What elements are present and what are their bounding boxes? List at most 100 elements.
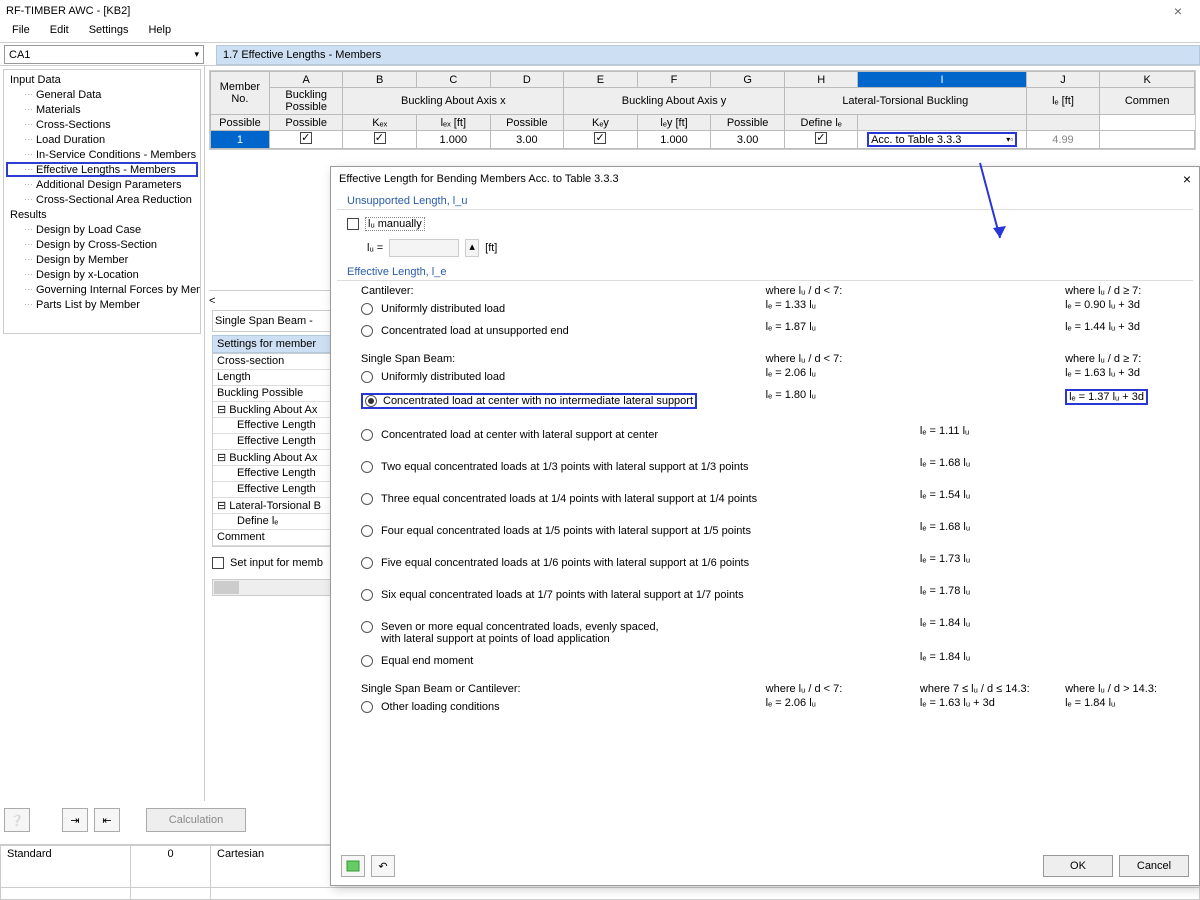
- radio-opt[interactable]: [361, 461, 373, 473]
- combo-label: Single Span Beam or Cantilever:: [347, 683, 766, 695]
- lu-input[interactable]: [389, 239, 459, 257]
- check-buckling[interactable]: [300, 132, 312, 144]
- ssb-label: Single Span Beam:: [347, 353, 766, 365]
- col-f: F: [637, 72, 711, 88]
- cell-key[interactable]: 1.000: [637, 131, 711, 149]
- calculation-button[interactable]: Calculation: [146, 808, 246, 832]
- tree-item[interactable]: Design by x-Location: [6, 267, 198, 282]
- tree-item[interactable]: Load Duration: [6, 132, 198, 147]
- sub-key: Kₑy: [564, 115, 638, 131]
- cell-lef: 4.99: [1026, 131, 1100, 149]
- section-unsupported: Unsupported Length, l_u: [337, 191, 1193, 210]
- tree-item[interactable]: Cross-Sectional Area Reduction: [6, 192, 198, 207]
- cancel-button[interactable]: Cancel: [1119, 855, 1189, 877]
- table-row[interactable]: 1 1.000 3.00 1.000 3.00 Acc. to Table 3.…: [211, 131, 1195, 149]
- col-b: B: [343, 72, 417, 88]
- tree-item[interactable]: Cross-Sections: [6, 117, 198, 132]
- app-titlebar: RF-TIMBER AWC - [KB2] ×: [0, 0, 1200, 22]
- sub-possible: Possible: [711, 115, 785, 131]
- tree-item[interactable]: In-Service Conditions - Members: [6, 147, 198, 162]
- tree-item[interactable]: General Data: [6, 87, 198, 102]
- tree-item[interactable]: Parts List by Member: [6, 297, 198, 312]
- radio-opt[interactable]: [361, 429, 373, 441]
- sub-ley: lₑy [ft]: [637, 115, 711, 131]
- radio-other[interactable]: [361, 701, 373, 713]
- tree-item[interactable]: Design by Cross-Section: [6, 237, 198, 252]
- spinner-icon[interactable]: ▴: [465, 239, 479, 257]
- radio-opt[interactable]: [361, 621, 373, 633]
- sub-possible: Possible: [490, 115, 564, 131]
- col-member-no: Member No.: [211, 72, 270, 115]
- col-d: D: [490, 72, 564, 88]
- tree-item-effective-lengths[interactable]: Effective Lengths - Members: [6, 162, 198, 177]
- loadcase-combo[interactable]: CA1 ▾: [4, 45, 204, 64]
- menu-help[interactable]: Help: [140, 22, 179, 42]
- col-i: I: [858, 72, 1026, 88]
- close-icon[interactable]: ×: [1183, 171, 1191, 187]
- where-lt7: where lᵤ / d < 7:: [766, 353, 920, 365]
- check-bay[interactable]: [594, 132, 606, 144]
- radio-ssb-conc-no-support[interactable]: [365, 395, 377, 407]
- where-mid: where 7 ≤ lᵤ / d ≤ 14.3:: [920, 683, 1065, 695]
- close-icon[interactable]: ×: [1162, 3, 1194, 19]
- sub-lex: lₑₓ [ft]: [417, 115, 491, 131]
- radio-opt[interactable]: [361, 557, 373, 569]
- radio-ssb-udl[interactable]: [361, 371, 373, 383]
- tree-item[interactable]: Materials: [6, 102, 198, 117]
- check-lu-manual[interactable]: [347, 218, 359, 230]
- app-title: RF-TIMBER AWC - [KB2]: [6, 5, 1162, 17]
- chevron-down-icon: ▾: [194, 49, 199, 60]
- export-icon[interactable]: ⇥: [62, 808, 88, 832]
- hdr-comment: Commen: [1100, 88, 1195, 115]
- col-j: J: [1026, 72, 1100, 88]
- menu-edit[interactable]: Edit: [42, 22, 77, 42]
- effective-length-dialog: Effective Length for Bending Members Acc…: [330, 166, 1200, 886]
- dialog-title: Effective Length for Bending Members Acc…: [339, 173, 619, 185]
- check-setinput[interactable]: [212, 557, 224, 569]
- cell-ley[interactable]: 3.00: [711, 131, 785, 149]
- tree-item[interactable]: Additional Design Parameters: [6, 177, 198, 192]
- lu-unit: [ft]: [485, 242, 497, 254]
- radio-cant-conc[interactable]: [361, 325, 373, 337]
- lu-label: lᵤ =: [367, 242, 383, 254]
- hdr-bax: Buckling About Axis x: [343, 88, 564, 115]
- decimal-icon[interactable]: [341, 855, 365, 877]
- import-icon[interactable]: ⇤: [94, 808, 120, 832]
- tree-results[interactable]: Results: [6, 207, 198, 222]
- col-e: E: [564, 72, 638, 88]
- radio-opt[interactable]: [361, 525, 373, 537]
- hdr-bay: Buckling About Axis y: [564, 88, 785, 115]
- where-gt14: where lᵤ / d > 14.3:: [1065, 683, 1183, 695]
- radio-opt[interactable]: [361, 589, 373, 601]
- radio-opt[interactable]: [361, 493, 373, 505]
- selected-formula: lₑ = 1.37 lᵤ + 3d: [1065, 389, 1148, 405]
- sub-possible: Possible: [269, 115, 343, 131]
- tree-item[interactable]: Governing Internal Forces by Member: [6, 282, 198, 297]
- cantilever-label: Cantilever:: [347, 285, 766, 297]
- nav-tree: Input Data General Data Materials Cross-…: [3, 69, 201, 334]
- radio-opt[interactable]: [361, 655, 373, 667]
- where-ge7: where lᵤ / d ≥ 7:: [1065, 285, 1183, 297]
- tree-input-data[interactable]: Input Data: [6, 72, 198, 87]
- status-standard: Standard: [1, 846, 131, 888]
- menu-file[interactable]: File: [4, 22, 38, 42]
- members-grid[interactable]: Member No. A B C D E F G H I J K Bucklin…: [209, 70, 1196, 150]
- check-ltb[interactable]: [815, 132, 827, 144]
- ok-button[interactable]: OK: [1043, 855, 1113, 877]
- menu-settings[interactable]: Settings: [81, 22, 137, 42]
- check-bax[interactable]: [374, 132, 386, 144]
- cell-member-no: 1: [211, 131, 270, 149]
- reset-icon[interactable]: ↶: [371, 855, 395, 877]
- help-icon[interactable]: ❔: [4, 808, 30, 832]
- radio-cant-udl[interactable]: [361, 303, 373, 315]
- col-c: C: [417, 72, 491, 88]
- where-ge7: where lᵤ / d ≥ 7:: [1065, 353, 1183, 365]
- tree-item[interactable]: Design by Member: [6, 252, 198, 267]
- cell-lex[interactable]: 3.00: [490, 131, 564, 149]
- hdr-ltb: Lateral-Torsional Buckling: [784, 88, 1026, 115]
- cell-kex[interactable]: 1.000: [417, 131, 491, 149]
- col-k: K: [1100, 72, 1195, 88]
- sub-define: Define lₑ: [784, 115, 858, 131]
- define-le-combo[interactable]: Acc. to Table 3.3.3▾▫: [867, 132, 1017, 147]
- tree-item[interactable]: Design by Load Case: [6, 222, 198, 237]
